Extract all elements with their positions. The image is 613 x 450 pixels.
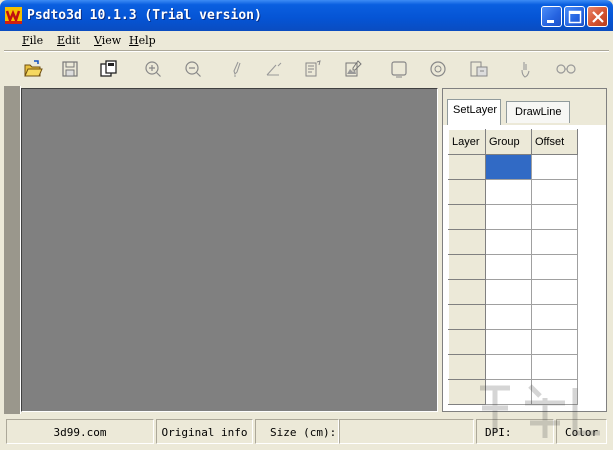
copy-button[interactable] <box>98 58 120 80</box>
close-button[interactable] <box>587 6 608 27</box>
touch-icon <box>521 62 530 78</box>
row-header[interactable] <box>448 229 486 255</box>
row-header[interactable] <box>448 154 486 180</box>
status-size-value <box>339 419 474 444</box>
table-row[interactable] <box>448 354 578 380</box>
offset-cell[interactable] <box>531 329 578 355</box>
image-edit-icon <box>345 60 362 77</box>
canvas-area[interactable] <box>21 88 438 412</box>
row-header[interactable] <box>448 329 486 355</box>
status-size-label: Size (cm): <box>255 419 339 444</box>
row-header[interactable] <box>448 279 486 305</box>
table-row[interactable] <box>448 304 578 330</box>
group-cell[interactable] <box>485 179 532 205</box>
export-icon <box>470 61 488 77</box>
app-logo-icon <box>5 7 22 24</box>
group-cell[interactable] <box>485 229 532 255</box>
save-button[interactable] <box>59 58 81 80</box>
row-header[interactable] <box>448 204 486 230</box>
copy-icon <box>100 60 117 77</box>
zoom-in-icon <box>145 61 161 77</box>
menu-separator <box>4 50 609 52</box>
table-row[interactable] <box>448 254 578 280</box>
group-cell[interactable] <box>485 254 532 280</box>
zoom-in-button[interactable] <box>142 58 164 80</box>
edit-layer-icon <box>305 60 321 77</box>
close-icon <box>592 11 604 23</box>
tab-strip: SetLayer DrawLine <box>443 89 606 125</box>
angle-button[interactable] <box>263 58 285 80</box>
group-cell[interactable] <box>485 279 532 305</box>
layer-panel: SetLayer DrawLine Layer Group Offset <box>442 88 607 412</box>
offset-cell[interactable] <box>531 354 578 380</box>
frame-button[interactable] <box>388 58 410 80</box>
zoom-out-icon <box>185 61 201 77</box>
table-row[interactable] <box>448 204 578 230</box>
row-header[interactable] <box>448 354 486 380</box>
offset-cell[interactable] <box>531 179 578 205</box>
pen-icon <box>233 61 241 77</box>
offset-cell[interactable] <box>531 204 578 230</box>
menu-edit[interactable]: Edit <box>57 34 80 47</box>
row-header[interactable] <box>448 304 486 330</box>
offset-cell[interactable] <box>531 254 578 280</box>
menu-help[interactable]: Help <box>129 34 156 47</box>
group-cell[interactable] <box>485 354 532 380</box>
watermark-logo-icon <box>480 384 600 438</box>
row-header[interactable] <box>448 254 486 280</box>
maximize-button[interactable] <box>564 6 585 27</box>
status-site: 3d99.com <box>6 419 154 444</box>
status-original-info: Original info <box>156 419 253 444</box>
title-bar[interactable]: Psdto3d 10.1.3 (Trial version) <box>0 0 613 31</box>
menu-view[interactable]: View <box>94 34 121 47</box>
pen-button[interactable] <box>225 58 247 80</box>
edit-layer-button[interactable] <box>302 58 324 80</box>
target-button[interactable] <box>427 58 449 80</box>
menu-bar: File Edit View Help <box>4 31 609 50</box>
table-row[interactable] <box>448 329 578 355</box>
group-cell[interactable] <box>485 154 532 180</box>
open-button[interactable] <box>22 58 44 80</box>
tab-drawline[interactable]: DrawLine <box>506 101 570 123</box>
target-icon <box>430 61 446 77</box>
touch-button[interactable] <box>514 58 536 80</box>
offset-cell[interactable] <box>531 304 578 330</box>
group-cell[interactable] <box>485 304 532 330</box>
column-header-offset[interactable]: Offset <box>531 129 578 155</box>
maximize-icon <box>568 10 582 24</box>
menu-file[interactable]: File <box>22 34 43 47</box>
minimize-icon <box>547 20 554 23</box>
frame-icon <box>391 61 407 78</box>
group-cell[interactable] <box>485 329 532 355</box>
row-header[interactable] <box>448 179 486 205</box>
save-icon <box>62 61 78 77</box>
table-row[interactable] <box>448 154 578 180</box>
group-cell[interactable] <box>485 204 532 230</box>
table-row[interactable] <box>448 279 578 305</box>
left-ruler-strip <box>4 86 21 414</box>
layer-grid: Layer Group Offset <box>448 129 578 405</box>
window-title: Psdto3d 10.1.3 (Trial version) <box>27 8 262 23</box>
offset-cell[interactable] <box>531 154 578 180</box>
angle-icon <box>266 62 282 76</box>
tab-setlayer[interactable]: SetLayer <box>447 99 501 125</box>
minimize-button[interactable] <box>541 6 562 27</box>
open-icon <box>24 60 43 77</box>
column-header-layer[interactable]: Layer <box>448 129 486 155</box>
offset-cell[interactable] <box>531 279 578 305</box>
zoom-out-button[interactable] <box>182 58 204 80</box>
table-row[interactable] <box>448 179 578 205</box>
offset-cell[interactable] <box>531 229 578 255</box>
glasses-button[interactable] <box>555 58 577 80</box>
table-row[interactable] <box>448 229 578 255</box>
image-edit-button[interactable] <box>343 58 365 80</box>
column-header-group[interactable]: Group <box>485 129 532 155</box>
glasses-icon <box>556 64 576 74</box>
export-button[interactable] <box>468 58 490 80</box>
toolbar <box>4 53 609 85</box>
